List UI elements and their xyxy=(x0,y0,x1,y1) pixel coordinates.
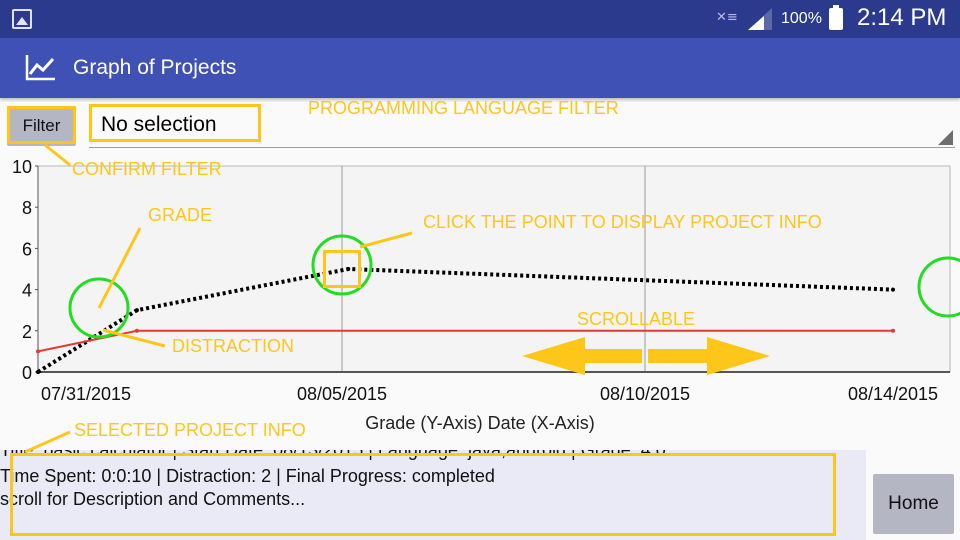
project-graph[interactable]: 0 2 4 6 8 10 07/31/2015 08/05/2015 08/10/2015 08/… xyxy=(0,150,960,440)
x-tick-label: 08/14/2015 xyxy=(848,384,938,404)
y-tick-label: 10 xyxy=(12,157,32,177)
status-clock: 2:14 PM xyxy=(857,4,947,31)
battery-percent: 100% xyxy=(781,10,822,27)
distraction-point xyxy=(134,328,139,333)
page-title: Graph of Projects xyxy=(73,56,237,79)
y-tick-label: 0 xyxy=(22,363,32,383)
annotation-grade: GRADE xyxy=(148,205,213,225)
spinner-arrow-icon xyxy=(938,130,953,145)
x-tick-label: 07/31/2015 xyxy=(41,384,131,404)
info-highlight xyxy=(10,453,836,536)
annotation-programming-language-filter: PROGRAMMING LANGUAGE FILTER xyxy=(308,98,619,118)
gallery-icon xyxy=(12,9,32,29)
annotation-click-point: CLICK THE POINT TO DISPLAY PROJECT INFO xyxy=(423,212,822,232)
annotation-selected-project-info: SELECTED PROJECT INFO xyxy=(74,420,306,440)
x-tick-label: 08/10/2015 xyxy=(600,384,690,404)
home-button[interactable]: Home xyxy=(873,474,954,534)
y-tick-label: 6 xyxy=(22,239,32,259)
point-highlight xyxy=(323,250,361,288)
filter-button-highlight xyxy=(7,106,76,144)
y-tick-label: 4 xyxy=(22,281,32,301)
battery-icon xyxy=(829,5,843,30)
signal-icon xyxy=(748,8,772,30)
app-screen: ✕≡ 100% 2:14 PM Graph of Projects Filter… xyxy=(0,0,960,540)
mute-icon: ✕≡ xyxy=(716,10,738,25)
grade-point xyxy=(891,287,895,292)
distraction-point xyxy=(891,328,895,333)
annotation-distraction: DISTRACTION xyxy=(172,336,295,356)
distraction-point xyxy=(36,349,40,354)
status-bar: ✕≡ 100% 2:14 PM xyxy=(0,0,960,38)
spinner-highlight xyxy=(89,104,261,142)
y-tick-label: 2 xyxy=(22,322,32,342)
annotation-scrollable: SCROLLABLE xyxy=(577,309,696,329)
x-axis-title: Grade (Y-Axis) Date (X-Axis) xyxy=(365,413,594,433)
grade-point xyxy=(36,370,40,374)
trending-up-icon xyxy=(25,55,55,81)
app-bar: Graph of Projects xyxy=(0,38,960,98)
grade-point xyxy=(134,308,139,313)
y-tick-label: 8 xyxy=(22,198,32,218)
x-tick-label: 08/05/2015 xyxy=(297,384,387,404)
annotation-confirm-filter: CONFIRM FILTER xyxy=(72,159,222,179)
